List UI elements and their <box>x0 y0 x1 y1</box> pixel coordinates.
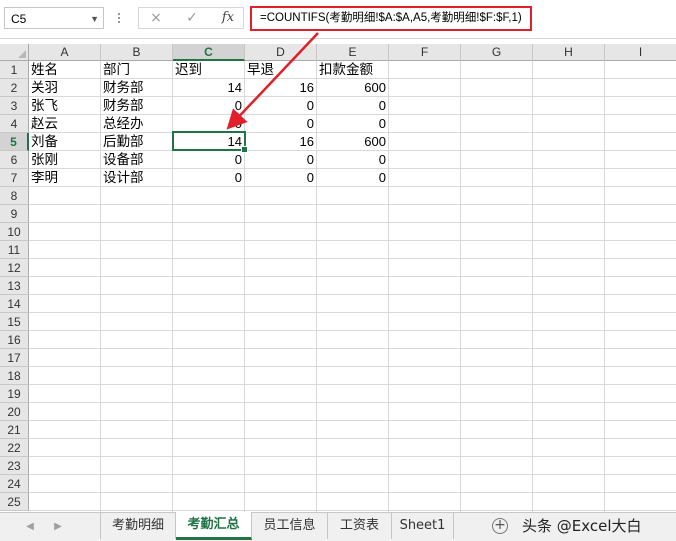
column-header-d[interactable]: D <box>245 44 317 61</box>
chevron-down-icon[interactable]: ▼ <box>90 8 99 30</box>
cell-early[interactable]: 0 <box>245 115 317 133</box>
column-header-a[interactable]: A <box>29 44 101 61</box>
column-header-g[interactable]: G <box>461 44 533 61</box>
name-box[interactable]: C5 ▼ <box>4 7 104 29</box>
row-header-19[interactable]: 19 <box>0 385 29 403</box>
row-header-5[interactable]: 5 <box>0 133 29 151</box>
name-box-value: C5 <box>11 12 27 26</box>
cell-early[interactable]: 0 <box>245 151 317 169</box>
cell-early[interactable]: 16 <box>245 79 317 97</box>
row-header-16[interactable]: 16 <box>0 331 29 349</box>
header-cell[interactable]: 扣款金额 <box>317 61 389 79</box>
column-header-e[interactable]: E <box>317 44 389 61</box>
header-cell[interactable]: 姓名 <box>29 61 101 79</box>
formula-bar: C5 ▼ × ✓ fx =COUNTIFS(考勤明细!$A:$A,A5,考勤明细… <box>0 0 676 39</box>
formula-input[interactable]: =COUNTIFS(考勤明细!$A:$A,A5,考勤明细!$F:$F,1) <box>250 6 532 31</box>
cancel-icon[interactable]: × <box>141 8 171 28</box>
row-header-14[interactable]: 14 <box>0 295 29 313</box>
column-header-i[interactable]: I <box>605 44 676 61</box>
sheet-tab[interactable]: Sheet1 <box>392 513 454 539</box>
cell-late[interactable]: 0 <box>173 169 245 187</box>
row-header-25[interactable]: 25 <box>0 493 29 511</box>
row-header-13[interactable]: 13 <box>0 277 29 295</box>
sheet-tab[interactable]: 工资表 <box>328 513 392 539</box>
sheet-tab-bar: ◀ ▶ 考勤明细 考勤汇总 员工信息 工资表 Sheet1 + 头条 @Excel大白 <box>0 512 676 541</box>
sheet-tab[interactable]: 员工信息 <box>252 513 328 539</box>
row-header-23[interactable]: 23 <box>0 457 29 475</box>
row-header-21[interactable]: 21 <box>0 421 29 439</box>
active-cell-c5[interactable] <box>172 131 248 153</box>
row-header-8[interactable]: 8 <box>0 187 29 205</box>
cell-deduction[interactable]: 0 <box>317 97 389 115</box>
row-header-22[interactable]: 22 <box>0 439 29 457</box>
formula-buttons: × ✓ fx <box>138 7 244 29</box>
row-header-10[interactable]: 10 <box>0 223 29 241</box>
cell-name[interactable]: 张刚 <box>29 151 101 169</box>
watermark: 头条 @Excel大白 <box>522 517 642 535</box>
cell-deduction[interactable]: 0 <box>317 115 389 133</box>
cell-name[interactable]: 刘备 <box>29 133 101 151</box>
cell-deduction[interactable]: 600 <box>317 133 389 151</box>
row-header-12[interactable]: 12 <box>0 259 29 277</box>
cell-dept[interactable]: 总经办 <box>101 115 173 133</box>
cell-early[interactable]: 0 <box>245 97 317 115</box>
column-header-f[interactable]: F <box>389 44 461 61</box>
cell-dept[interactable]: 后勤部 <box>101 133 173 151</box>
row-header-17[interactable]: 17 <box>0 349 29 367</box>
row-header-6[interactable]: 6 <box>0 151 29 169</box>
sheet-tab[interactable]: 考勤明细 <box>100 513 176 539</box>
cell-grid[interactable]: 0 0 0 设计部 李明 0 0 0 设备部 张刚 600 16 14 后勤部 刘备 0 0 0 总经办 赵云 0 0 0 财… <box>29 61 676 512</box>
column-header-b[interactable]: B <box>101 44 173 61</box>
cell-dept[interactable]: 设计部 <box>101 169 173 187</box>
column-header-h[interactable]: H <box>533 44 605 61</box>
row-header-9[interactable]: 9 <box>0 205 29 223</box>
drag-handle-icon[interactable] <box>116 11 122 27</box>
row-header-3[interactable]: 3 <box>0 97 29 115</box>
add-sheet-icon[interactable]: + <box>492 518 508 534</box>
cell-dept[interactable]: 设备部 <box>101 151 173 169</box>
cell-deduction[interactable]: 0 <box>317 169 389 187</box>
insert-function-icon[interactable]: fx <box>213 8 243 28</box>
enter-icon[interactable]: ✓ <box>177 8 207 28</box>
row-header-2[interactable]: 2 <box>0 79 29 97</box>
cell-name[interactable]: 赵云 <box>29 115 101 133</box>
row-header-11[interactable]: 11 <box>0 241 29 259</box>
row-header-7[interactable]: 7 <box>0 169 29 187</box>
header-cell[interactable]: 迟到 <box>173 61 245 79</box>
cell-dept[interactable]: 财务部 <box>101 97 173 115</box>
row-header-24[interactable]: 24 <box>0 475 29 493</box>
cell-early[interactable]: 16 <box>245 133 317 151</box>
select-all-corner[interactable] <box>0 44 29 61</box>
header-cell[interactable]: 部门 <box>101 61 173 79</box>
cell-deduction[interactable]: 0 <box>317 151 389 169</box>
scroll-tabs-left-icon[interactable]: ◀ <box>22 519 38 535</box>
cell-name[interactable]: 李明 <box>29 169 101 187</box>
scroll-tabs-right-icon[interactable]: ▶ <box>50 519 66 535</box>
sheet-tab[interactable]: 考勤汇总 <box>176 512 252 540</box>
row-header-4[interactable]: 4 <box>0 115 29 133</box>
cell-deduction[interactable]: 600 <box>317 79 389 97</box>
column-header-c[interactable]: C <box>173 44 245 61</box>
cell-name[interactable]: 张飞 <box>29 97 101 115</box>
cell-late[interactable]: 14 <box>173 79 245 97</box>
cell-late[interactable]: 0 <box>173 97 245 115</box>
header-cell[interactable]: 早退 <box>245 61 317 79</box>
row-header-18[interactable]: 18 <box>0 367 29 385</box>
row-header-1[interactable]: 1 <box>0 61 29 79</box>
cell-dept[interactable]: 财务部 <box>101 79 173 97</box>
row-header-20[interactable]: 20 <box>0 403 29 421</box>
cell-name[interactable]: 关羽 <box>29 79 101 97</box>
cell-early[interactable]: 0 <box>245 169 317 187</box>
cell-late[interactable]: 0 <box>173 151 245 169</box>
row-header-15[interactable]: 15 <box>0 313 29 331</box>
